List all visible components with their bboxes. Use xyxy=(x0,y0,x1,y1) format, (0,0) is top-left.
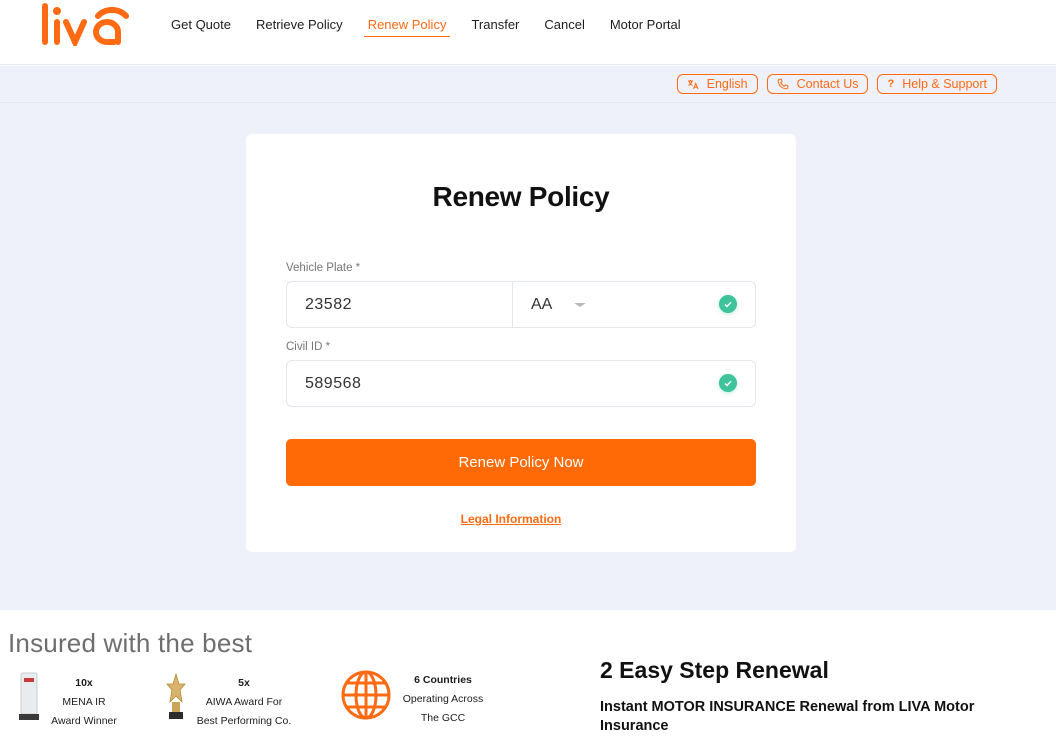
award-line2: Best Performing Co. xyxy=(196,715,292,727)
help-support-label: Help & Support xyxy=(902,77,987,91)
civil-id-valid-check-icon xyxy=(719,374,737,392)
plate-code-value: AA xyxy=(531,295,553,313)
civil-id-label: Civil ID * xyxy=(286,341,331,353)
chevron-down-icon[interactable] xyxy=(574,302,587,308)
award-count: 10x xyxy=(75,677,93,689)
contact-us-button[interactable]: Contact Us xyxy=(766,74,869,94)
award-count: 6 Countries xyxy=(414,674,472,686)
award-countries: 6 Countries Operating Across The GCC xyxy=(396,671,490,728)
renew-policy-card: Renew Policy Vehicle Plate * 23582 AA Ci… xyxy=(246,134,796,552)
contact-us-label: Contact Us xyxy=(796,77,859,91)
vehicle-plate-group: 23582 AA xyxy=(286,281,756,328)
civil-id-input[interactable]: 589568 xyxy=(286,360,756,407)
nav-transfer[interactable]: Transfer xyxy=(471,17,519,37)
top-header: Get Quote Retrieve Policy Renew Policy T… xyxy=(0,0,1056,65)
globe-icon xyxy=(341,670,391,720)
nav-motor-portal[interactable]: Motor Portal xyxy=(610,17,681,37)
award-line1: MENA IR xyxy=(62,696,106,708)
award-aiwa: 5x AIWA Award For Best Performing Co. xyxy=(190,674,298,731)
form-title: Renew Policy xyxy=(432,181,610,212)
question-icon: ? xyxy=(887,78,895,90)
help-support-button[interactable]: ? Help & Support xyxy=(877,74,997,94)
award-line1: Operating Across xyxy=(402,693,484,705)
renewal-steps-subtitle: Instant MOTOR INSURANCE Renewal from LIV… xyxy=(600,699,975,734)
language-label: English xyxy=(706,77,748,91)
vehicle-plate-label: Vehicle Plate * xyxy=(286,262,361,274)
award-line2: The GCC xyxy=(420,712,466,724)
nav-renew-policy[interactable]: Renew Policy xyxy=(363,17,451,37)
award-line2: Award Winner xyxy=(51,715,117,727)
liva-logo[interactable] xyxy=(40,2,130,46)
award-count: 5x xyxy=(238,677,250,689)
language-button[interactable]: English xyxy=(676,74,758,94)
renewal-steps-title: 2 Easy Step Renewal xyxy=(600,657,829,683)
mena-trophy-icon xyxy=(19,672,39,720)
utility-bar: English Contact Us ? Help & Support xyxy=(0,66,1056,103)
nav-retrieve-policy[interactable]: Retrieve Policy xyxy=(256,17,343,37)
nav-cancel[interactable]: Cancel xyxy=(544,17,584,37)
phone-icon xyxy=(777,78,788,90)
main-nav: Get Quote Retrieve Policy Renew Policy T… xyxy=(171,17,706,37)
plate-valid-check-icon xyxy=(719,295,737,313)
translate-icon xyxy=(687,79,699,89)
award-line1: AIWA Award For xyxy=(205,696,283,708)
insured-title: Insured with the best xyxy=(8,628,253,658)
nav-get-quote[interactable]: Get Quote xyxy=(171,17,231,37)
civil-id-value: 589568 xyxy=(305,374,362,392)
renew-policy-now-button[interactable]: Renew Policy Now xyxy=(286,439,756,486)
vehicle-plate-number-input[interactable]: 23582 xyxy=(287,282,513,327)
legal-information-link[interactable]: Legal Information xyxy=(246,512,776,526)
bottom-section: Insured with the best 10x MENA IR Award … xyxy=(0,610,1056,743)
aiwa-trophy-icon xyxy=(166,672,186,719)
award-mena-ir: 10x MENA IR Award Winner xyxy=(40,674,128,731)
main-area: Renew Policy Vehicle Plate * 23582 AA Ci… xyxy=(0,103,1056,610)
